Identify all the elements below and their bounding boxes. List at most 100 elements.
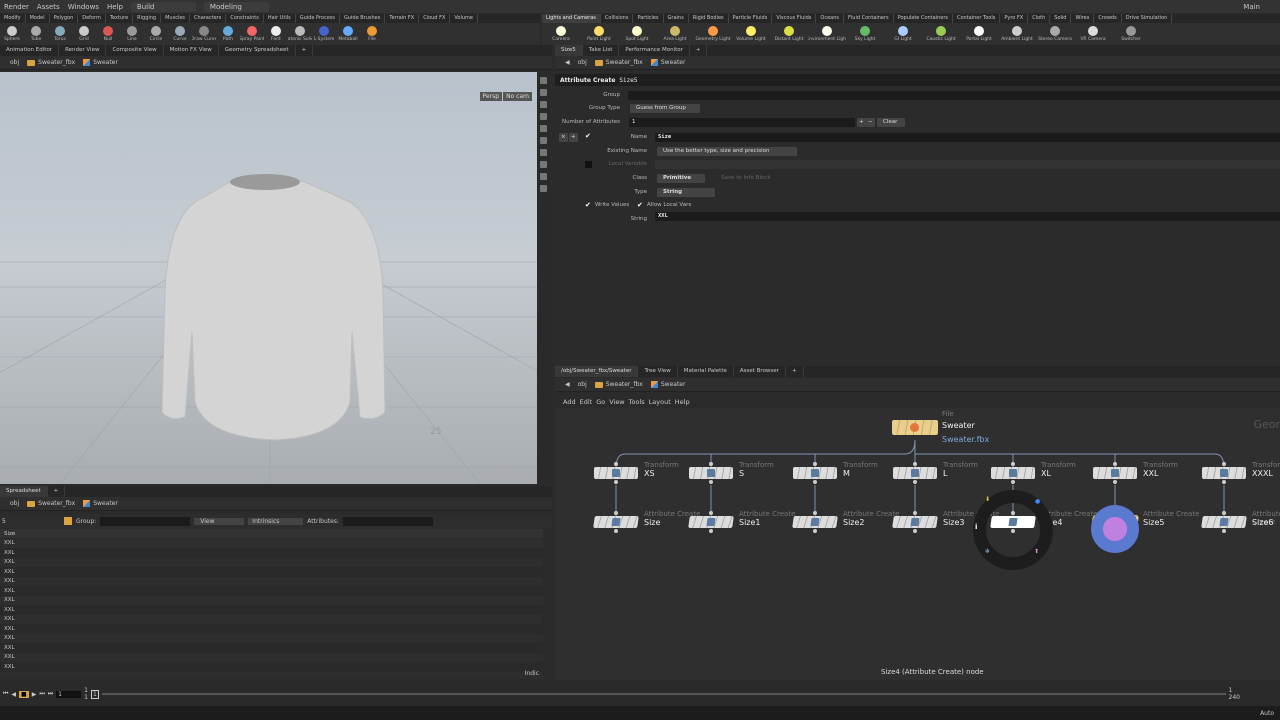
- shelf-tool-geometry-light[interactable]: Geometry Light: [694, 26, 732, 42]
- tab-composite-view[interactable]: Composite View: [106, 45, 164, 56]
- tool-icon[interactable]: [540, 149, 547, 156]
- shelf-tool-platonic-solids[interactable]: Platonic Solids: [288, 26, 312, 42]
- network-editor[interactable]: Geor File Sweater Sweater.fbx Transform X…: [555, 408, 1280, 680]
- tab-size5[interactable]: Size5: [555, 45, 583, 56]
- class-menu[interactable]: Primitive: [657, 174, 705, 183]
- back-icon[interactable]: ◀: [565, 381, 570, 388]
- add-tab-button[interactable]: +: [296, 45, 314, 56]
- input-connector[interactable]: [913, 511, 917, 515]
- shelf-tool-file[interactable]: File: [360, 26, 384, 42]
- jump-end-button[interactable]: ⏭: [48, 690, 53, 698]
- path-obj[interactable]: obj: [10, 59, 19, 66]
- shelf-tab-guide-brushes[interactable]: Guide Brushes: [340, 14, 386, 23]
- table-row[interactable]: XXL: [0, 576, 543, 587]
- shelf-tool-torus[interactable]: Torus: [48, 26, 72, 42]
- shelf-tab-populate-containers[interactable]: Populate Containers: [894, 14, 953, 23]
- shelf-tab-fluid-containers[interactable]: Fluid Containers: [844, 14, 894, 23]
- jump-start-button[interactable]: ⏮: [3, 690, 8, 698]
- shelf-tab-volume[interactable]: Volume: [450, 14, 478, 23]
- shelf-tab-modify[interactable]: Modify: [0, 14, 26, 23]
- shelf-tab-particle-fluids[interactable]: Particle Fluids: [729, 14, 773, 23]
- table-row[interactable]: XXL: [0, 643, 543, 653]
- tool-icon[interactable]: [540, 125, 547, 132]
- column-header-size[interactable]: Size: [0, 529, 58, 539]
- node-name-label[interactable]: Size5: [1143, 518, 1165, 527]
- shelf-tab-hair-utils[interactable]: Hair Utils: [264, 14, 296, 23]
- camera-menu[interactable]: No cam: [503, 92, 532, 101]
- shelf-tool-circle[interactable]: Circle: [144, 26, 168, 42]
- shelf-tab-lights-and-cameras[interactable]: Lights and Cameras: [542, 14, 601, 23]
- table-row[interactable]: XXL: [0, 662, 543, 672]
- shelf-tab-cloth[interactable]: Cloth: [1028, 14, 1051, 23]
- shelf-tool-spot-light[interactable]: Spot Light: [618, 26, 656, 42]
- output-connector[interactable]: [913, 529, 917, 533]
- tool-icon[interactable]: [540, 89, 547, 96]
- input-connector[interactable]: [813, 511, 817, 515]
- shelf-tab-solid[interactable]: Solid: [1050, 14, 1072, 23]
- shelf-tab-polygon[interactable]: Polygon: [50, 14, 79, 23]
- type-menu[interactable]: String: [657, 188, 715, 197]
- path-sweater[interactable]: Sweater: [650, 59, 685, 66]
- attribute-create-node[interactable]: [688, 516, 734, 528]
- shelf-tab-guide-process[interactable]: Guide Process: [296, 14, 340, 23]
- current-frame-field[interactable]: 1: [56, 690, 82, 698]
- shelf-tool-tube[interactable]: Tube: [24, 26, 48, 42]
- shelf-tool-sky-light[interactable]: Sky Light: [846, 26, 884, 42]
- shelf-tool-switcher[interactable]: Switcher: [1112, 26, 1150, 42]
- shelf-tool-grid[interactable]: Grid: [72, 26, 96, 42]
- shelf-tool-point-light[interactable]: Point Light: [580, 26, 618, 42]
- add-tab-button[interactable]: +: [786, 366, 804, 377]
- play-button[interactable]: ▶: [32, 691, 37, 698]
- group-field[interactable]: [100, 516, 191, 526]
- desktop-select[interactable]: Build: [130, 1, 196, 12]
- table-row[interactable]: XXL: [0, 633, 543, 644]
- network-menu-tools[interactable]: Tools: [629, 398, 645, 406]
- shelf-tool-distant-light[interactable]: Distant Light: [770, 26, 808, 42]
- shelf-tab-particles[interactable]: Particles: [633, 14, 664, 23]
- shelf-tool-vr-camera[interactable]: VR Camera: [1074, 26, 1112, 42]
- table-row[interactable]: XXL: [0, 548, 543, 558]
- shelf-tab-rigid-bodies[interactable]: Rigid Bodies: [689, 14, 729, 23]
- transform-node[interactable]: [1093, 467, 1137, 479]
- shelf-tab-grains[interactable]: Grains: [664, 14, 689, 23]
- transform-node[interactable]: [689, 467, 733, 479]
- persp-menu[interactable]: Persp: [479, 92, 502, 101]
- input-connector[interactable]: [1011, 462, 1015, 466]
- node-name-label[interactable]: M: [843, 469, 850, 478]
- output-connector[interactable]: [1011, 480, 1015, 484]
- tool-icon[interactable]: [540, 137, 547, 144]
- path-obj[interactable]: obj: [578, 381, 587, 388]
- group-type-menu[interactable]: Guess from Group: [630, 104, 700, 113]
- tab-geometry-spreadsheet[interactable]: Geometry Spreadsheet: [219, 45, 296, 56]
- shelf-tab-constraints[interactable]: Constraints: [226, 14, 264, 23]
- shelf-tool-path[interactable]: Path: [216, 26, 240, 42]
- shelf-tool-volume-light[interactable]: Volume Light: [732, 26, 770, 42]
- path-sweater-fbx[interactable]: Sweater_fbx: [594, 381, 643, 388]
- attribute-create-node[interactable]: [892, 516, 938, 528]
- shelf-tab-terrain-fx[interactable]: Terrain FX: [385, 14, 420, 23]
- node-name-label[interactable]: L: [943, 469, 947, 478]
- shelf-tab-crowds[interactable]: Crowds: [1094, 14, 1122, 23]
- tab-performance-monitor[interactable]: Performance Monitor: [619, 45, 690, 56]
- shelf-tool-portal-light[interactable]: Portal Light: [960, 26, 998, 42]
- shelf-tab-viscous-fluids[interactable]: Viscous Fluids: [772, 14, 817, 23]
- playhead-marker[interactable]: 1: [90, 689, 99, 699]
- transform-node[interactable]: [893, 467, 937, 479]
- group-field[interactable]: [628, 91, 1280, 100]
- menu-help[interactable]: Help: [107, 3, 123, 11]
- shelf-tool-draw-curve[interactable]: Draw Curve: [192, 26, 216, 42]
- primitive-mode-icon[interactable]: [64, 517, 72, 525]
- shelf-tool-sphere[interactable]: Sphere: [0, 26, 24, 42]
- attribute-create-node[interactable]: [1201, 516, 1247, 528]
- output-connector[interactable]: [709, 480, 713, 484]
- tab-tree-view[interactable]: Tree View: [638, 366, 678, 377]
- shelf-tab-pyro-fx[interactable]: Pyro FX: [1000, 14, 1029, 23]
- tab-animation-editor[interactable]: Animation Editor: [0, 45, 60, 56]
- timeline-scrubber[interactable]: [101, 693, 1226, 695]
- output-connector[interactable]: [913, 480, 917, 484]
- path-obj[interactable]: obj: [578, 59, 587, 66]
- shelf-tab-deform[interactable]: Deform: [78, 14, 106, 23]
- output-connector[interactable]: [614, 529, 618, 533]
- allow-local-vars-checkbox[interactable]: ✔: [637, 201, 643, 209]
- shelf-tab-cloud-fx[interactable]: Cloud FX: [419, 14, 451, 23]
